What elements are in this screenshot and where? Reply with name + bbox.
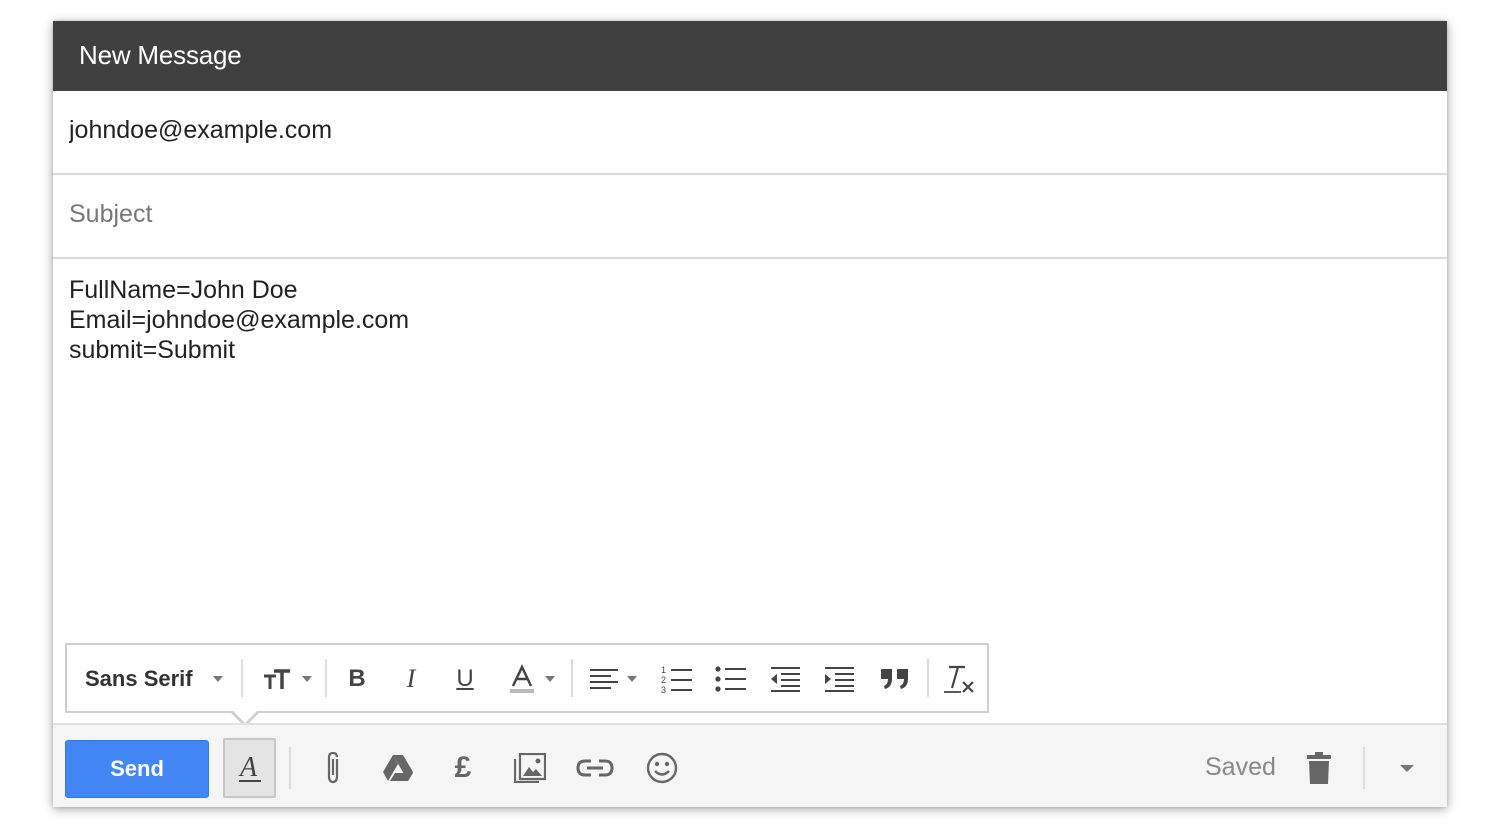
align-button[interactable] [583, 661, 643, 697]
more-options-icon [1399, 763, 1415, 773]
remove-formatting-button[interactable] [941, 661, 977, 697]
bulleted-list-button[interactable] [713, 661, 749, 697]
indent-more-icon [823, 666, 855, 692]
numbered-list-icon: 1 2 3 [661, 664, 693, 694]
bulleted-list-icon [715, 664, 747, 694]
insert-photo-button[interactable] [508, 747, 552, 789]
align-icon [589, 667, 619, 691]
text-color-icon [507, 664, 537, 694]
chevron-down-icon [212, 676, 223, 682]
save-status: Saved [1205, 753, 1276, 781]
insert-emoji-button[interactable] [640, 747, 684, 789]
toolbar-divider [927, 659, 929, 697]
toolbar-divider [571, 659, 573, 697]
bold-button[interactable]: B [339, 661, 375, 697]
attach-icon [323, 750, 343, 786]
indent-less-icon [769, 666, 801, 692]
window-title: New Message [79, 40, 242, 70]
send-money-button[interactable]: £ [441, 747, 485, 789]
money-icon: £ [454, 751, 472, 784]
bottom-bar-divider [289, 747, 291, 789]
italic-icon: I [406, 664, 416, 693]
emoji-icon [646, 752, 678, 784]
discard-draft-button[interactable] [1297, 747, 1341, 789]
chevron-down-icon [545, 676, 555, 682]
to-field-row [53, 91, 1447, 175]
link-icon [576, 758, 614, 778]
underline-button[interactable]: U [447, 661, 483, 697]
italic-button[interactable]: I [393, 661, 429, 697]
bottom-bar-divider [1363, 747, 1365, 789]
remove-formatting-icon [943, 664, 975, 694]
body-line: FullName=John Doe [69, 276, 298, 304]
quote-button[interactable] [877, 661, 913, 697]
photo-icon [514, 753, 546, 783]
formatting-icon: A [237, 752, 263, 784]
compose-titlebar[interactable]: New Message [53, 21, 1447, 91]
attach-files-button[interactable] [311, 747, 355, 789]
compose-window: New Message FullName=John Doe Email=john… [53, 21, 1447, 807]
chevron-down-icon [627, 676, 637, 682]
toolbar-divider [325, 659, 327, 697]
numbered-list-button[interactable]: 1 2 3 [659, 661, 695, 697]
body-line: Email=johndoe@example.com [69, 306, 410, 334]
toolbar-divider [241, 659, 243, 697]
quote-icon [880, 668, 910, 690]
more-options-button[interactable] [1385, 747, 1429, 789]
formatting-options-button[interactable]: A [223, 738, 276, 798]
svg-text:2: 2 [661, 675, 666, 685]
trash-icon [1306, 751, 1332, 785]
subject-field[interactable] [69, 195, 1369, 233]
insert-link-button[interactable] [573, 747, 617, 789]
formatting-toolbar: Sans Serif B I U 1 2 3 [65, 643, 989, 713]
underline-icon: U [456, 665, 474, 692]
svg-text:3: 3 [661, 685, 666, 694]
subject-field-row [53, 175, 1447, 259]
font-size-icon [262, 667, 294, 691]
compose-bottom-bar: Send A £ Saved [53, 723, 1447, 807]
text-color-button[interactable] [501, 661, 561, 697]
font-family-select[interactable]: Sans Serif [85, 661, 235, 697]
font-family-label: Sans Serif [85, 666, 193, 691]
to-field[interactable] [69, 111, 1369, 149]
font-size-button[interactable] [257, 661, 317, 697]
insert-drive-button[interactable] [376, 747, 420, 789]
indent-more-button[interactable] [821, 661, 857, 697]
send-button[interactable]: Send [65, 740, 209, 798]
chevron-down-icon [302, 676, 312, 682]
indent-less-button[interactable] [767, 661, 803, 697]
bold-icon: B [348, 665, 366, 692]
message-body[interactable]: FullName=John Doe Email=johndoe@example.… [69, 275, 1409, 635]
body-line: submit=Submit [69, 336, 236, 364]
svg-text:A: A [238, 752, 258, 783]
svg-text:1: 1 [661, 665, 666, 675]
drive-icon [382, 754, 414, 782]
